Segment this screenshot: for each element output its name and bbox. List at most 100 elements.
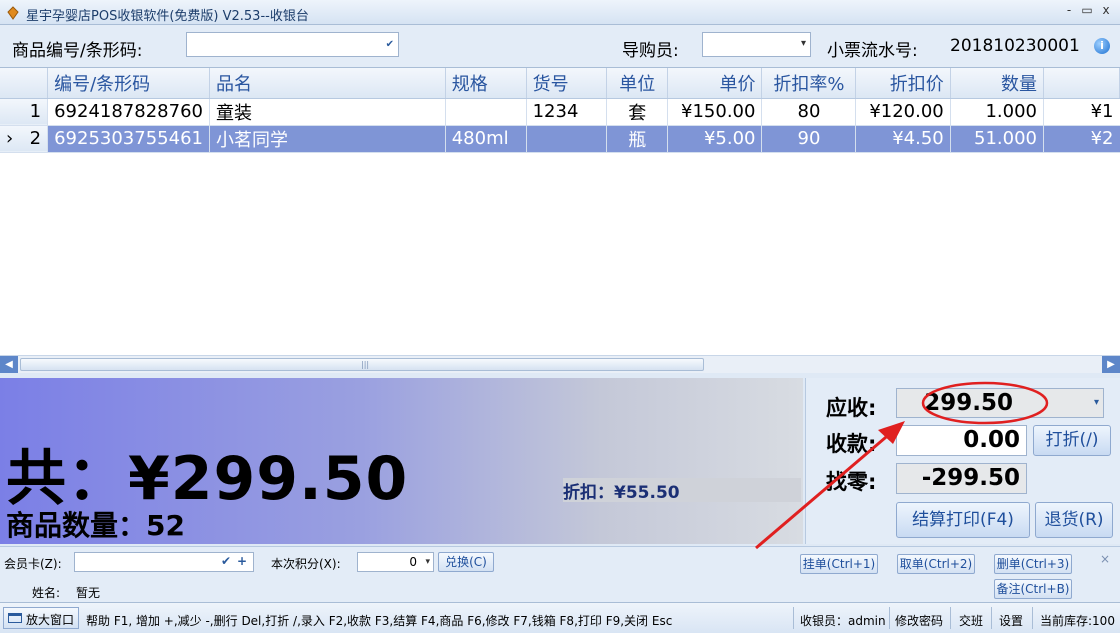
shortcut-help: 帮助 F1, 增加 +,减少 -,删行 Del,打折 /,录入 F2,收款 F3…	[86, 614, 673, 628]
cell-code[interactable]: 6924187828760	[47, 98, 210, 126]
chevron-down-icon[interactable]: ✔	[221, 554, 231, 568]
scroll-left-icon[interactable]: ◀	[0, 356, 18, 373]
dropdown-arrow-icon[interactable]: ▾	[801, 38, 806, 49]
scroll-grip-icon: |||	[361, 360, 370, 369]
delete-order-button[interactable]: 删单(Ctrl+3)	[994, 554, 1072, 574]
scroll-thumb[interactable]: |||	[20, 358, 704, 371]
total-panel: 共：¥299.50 商品数量：52 折扣：¥55.50	[0, 378, 803, 544]
cell-qty[interactable]: 51.000	[950, 125, 1045, 153]
receivable-label: 应收:	[826, 396, 877, 420]
shift-link[interactable]: 交班	[959, 612, 983, 629]
cell-code[interactable]: 6925303755461	[47, 125, 210, 153]
cell-unit[interactable]: 套	[606, 98, 669, 126]
app-logo-icon	[6, 5, 20, 20]
retrieve-order-button[interactable]: 取单(Ctrl+2)	[897, 554, 975, 574]
row-no: 2	[29, 128, 42, 149]
change-password-link[interactable]: 修改密码	[895, 612, 943, 629]
stock-info: 当前库存:100	[1040, 614, 1115, 628]
row-number[interactable]: › 2	[0, 125, 49, 153]
member-card-input[interactable]: ✔ +	[74, 552, 254, 572]
cell-item-no[interactable]	[526, 125, 608, 153]
cell-rate[interactable]: 80	[761, 98, 857, 126]
close-icon[interactable]: ×	[1100, 552, 1110, 566]
discount-amount: 折扣：¥55.50	[563, 478, 801, 503]
member-card-label: 会员卡(Z):	[4, 557, 62, 571]
status-divider	[950, 607, 951, 629]
col-header-unit[interactable]: 单位	[606, 68, 669, 99]
col-header-price[interactable]: 单价	[667, 68, 763, 99]
status-divider	[1032, 607, 1033, 629]
col-header-spec[interactable]: 规格	[445, 68, 527, 99]
col-header-item-no[interactable]: 货号	[526, 68, 608, 99]
restore-button[interactable]: ▭	[1078, 3, 1096, 17]
return-button[interactable]: 退货(R)	[1035, 502, 1113, 538]
hold-order-button[interactable]: 挂单(Ctrl+1)	[800, 554, 878, 574]
cell-price[interactable]: ¥150.00	[667, 98, 763, 126]
col-header-name[interactable]: 品名	[209, 68, 446, 99]
cell-disc-price[interactable]: ¥120.00	[855, 98, 951, 126]
payment-panel: 应收: 299.50 ▾ 收款: 0.00 打折(/) 找零: -299.50 …	[805, 378, 1120, 544]
add-icon[interactable]: +	[237, 554, 247, 568]
window-title: 星宇孕婴店POS收银软件(免费版) V2.53--收银台	[26, 9, 309, 24]
guide-select[interactable]: ▾	[702, 32, 811, 57]
receipt-label: 小票流水号:	[827, 41, 918, 61]
item-quantity: 商品数量：52	[6, 509, 185, 542]
product-table: 编号/条形码 品名 规格 货号 单位 单价 折扣率% 折扣价 数量 1 6924…	[0, 68, 1120, 153]
search-row: 商品编号/条形码: ✔ 导购员: ▾ 小票流水号: 201810230001 i	[0, 25, 1120, 67]
horizontal-scrollbar[interactable]: ◀ ||| ▶	[0, 355, 1120, 373]
cell-subtotal[interactable]: ¥1	[1043, 98, 1120, 126]
col-header-rate[interactable]: 折扣率%	[761, 68, 857, 99]
cell-rate[interactable]: 90	[761, 125, 857, 153]
chevron-down-icon[interactable]: ✔	[386, 39, 394, 50]
cell-name[interactable]: 童装	[209, 98, 446, 126]
exchange-button[interactable]: 兑换(C)	[438, 552, 494, 572]
dropdown-arrow-icon[interactable]: ▾	[1094, 389, 1099, 417]
points-input[interactable]: 0 ▾	[357, 552, 434, 572]
col-header-qty[interactable]: 数量	[950, 68, 1045, 99]
cell-name[interactable]: 小茗同学	[209, 125, 446, 153]
close-button[interactable]: x	[1097, 3, 1115, 17]
status-divider	[889, 607, 890, 629]
enlarge-window-button[interactable]: 放大窗口	[3, 607, 79, 629]
row-header-corner	[0, 68, 49, 99]
cell-price[interactable]: ¥5.00	[667, 125, 763, 153]
cell-spec[interactable]	[445, 98, 527, 126]
window-icon	[8, 613, 22, 623]
member-row: 会员卡(Z): ✔ + 本次积分(X): 0 ▾ 兑换(C) 姓名: 暂无 挂单…	[0, 546, 1120, 602]
minimize-button[interactable]: -	[1060, 3, 1078, 17]
status-bar: 放大窗口 帮助 F1, 增加 +,减少 -,删行 Del,打折 /,录入 F2,…	[0, 602, 1120, 633]
product-grid: 编号/条形码 品名 规格 货号 单位 单价 折扣率% 折扣价 数量 1 6924…	[0, 67, 1120, 373]
col-header-disc-price[interactable]: 折扣价	[855, 68, 951, 99]
row-no: 1	[29, 101, 42, 122]
received-input[interactable]: 0.00	[896, 425, 1027, 456]
col-header-subtotal[interactable]	[1043, 68, 1120, 99]
dropdown-arrow-icon[interactable]: ▾	[425, 553, 430, 571]
product-code-input[interactable]: ✔	[186, 32, 399, 57]
title-bar: 星宇孕婴店POS收银软件(免费版) V2.53--收银台 - ▭ x	[0, 0, 1120, 25]
scroll-right-icon[interactable]: ▶	[1102, 356, 1120, 373]
col-header-code[interactable]: 编号/条形码	[47, 68, 210, 99]
cell-spec[interactable]: 480ml	[445, 125, 527, 153]
row-indicator: ›	[6, 128, 14, 149]
receivable-value: 299.50	[924, 390, 1013, 416]
cell-subtotal[interactable]: ¥2	[1043, 125, 1120, 153]
table-row[interactable]: › 2 6925303755461 小茗同学 480ml 瓶 ¥5.00 90 ¥…	[0, 125, 1120, 153]
settings-link[interactable]: 设置	[999, 612, 1023, 629]
table-row[interactable]: 1 6924187828760 童装 1234 套 ¥150.00 80 ¥12…	[0, 98, 1120, 126]
table-header-row: 编号/条形码 品名 规格 货号 单位 单价 折扣率% 折扣价 数量	[0, 68, 1120, 99]
member-name-label: 姓名:	[32, 586, 61, 600]
receivable-field[interactable]: 299.50 ▾	[896, 388, 1104, 418]
cell-disc-price[interactable]: ¥4.50	[855, 125, 951, 153]
cell-unit[interactable]: 瓶	[606, 125, 669, 153]
note-button[interactable]: 备注(Ctrl+B)	[994, 579, 1072, 599]
cell-item-no[interactable]: 1234	[526, 98, 608, 126]
cell-qty[interactable]: 1.000	[950, 98, 1045, 126]
change-label: 找零:	[826, 470, 877, 494]
received-label: 收款:	[826, 432, 877, 456]
discount-button[interactable]: 打折(/)	[1033, 425, 1111, 456]
row-number[interactable]: 1	[0, 98, 49, 126]
status-divider	[793, 607, 794, 629]
help-icon[interactable]: i	[1094, 38, 1110, 54]
checkout-print-button[interactable]: 结算打印(F4)	[896, 502, 1030, 538]
received-value: 0.00	[963, 427, 1020, 453]
